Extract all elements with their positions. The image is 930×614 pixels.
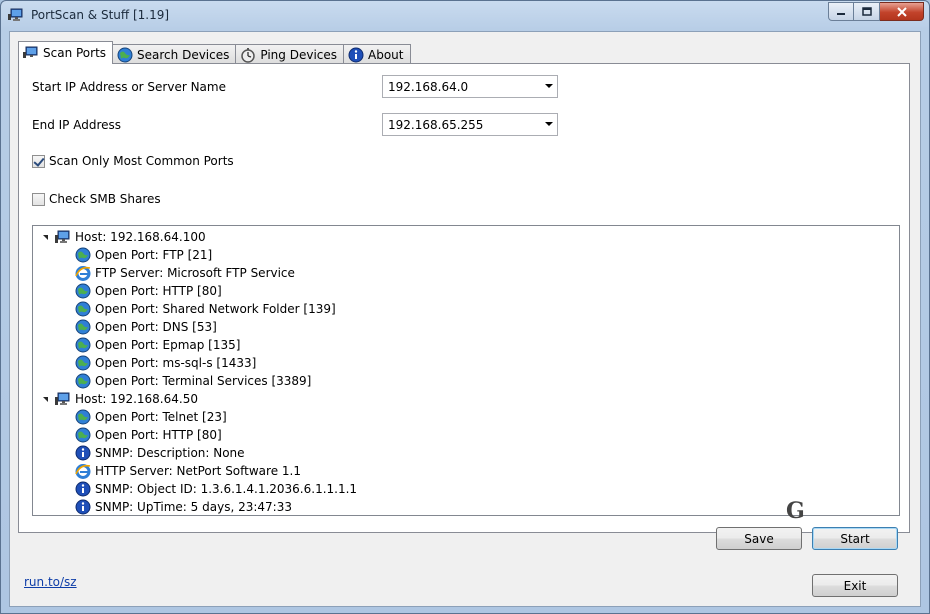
tree-child-node[interactable]: Open Port: Telnet [23]	[75, 408, 227, 426]
tree-node-label: SNMP: Object ID: 1.3.6.1.4.1.2036.6.1.1.…	[95, 482, 358, 496]
tree-node-label: Open Port: Shared Network Folder [139]	[95, 302, 336, 316]
checkbox-checked-icon[interactable]	[32, 154, 45, 168]
dropdown-arrow-icon[interactable]	[545, 122, 553, 126]
tree-node-label: HTTP Server: NetPort Software 1.1	[95, 464, 301, 478]
start-ip-value: 192.168.64.0	[388, 79, 469, 94]
globe-icon	[75, 337, 91, 353]
end-ip-value: 192.168.65.255	[388, 117, 484, 132]
info-icon	[348, 47, 364, 62]
common-ports-label: Scan Only Most Common Ports	[49, 154, 234, 168]
client-area: Scan Ports Search Devices Ping Devices A…	[9, 31, 921, 607]
globe-icon	[75, 247, 91, 263]
tree-child-node[interactable]: Open Port: ms-sql-s [1433]	[75, 354, 256, 372]
tab-label: Search Devices	[137, 47, 230, 62]
ie-icon	[75, 463, 91, 479]
tree-host-node[interactable]: Host: 192.168.64.50	[43, 390, 198, 408]
tree-child-node[interactable]: Open Port: HTTP [80]	[75, 282, 222, 300]
save-button[interactable]: Save	[716, 527, 802, 550]
globe-icon	[75, 283, 91, 299]
common-ports-checkbox[interactable]: Scan Only Most Common Ports	[32, 154, 234, 168]
tree-node-label: Open Port: HTTP [80]	[95, 284, 222, 298]
tree-child-node[interactable]: Open Port: HTTP [80]	[75, 426, 222, 444]
tree-child-node[interactable]: SNMP: UpTime: 5 days, 23:47:33	[75, 498, 292, 515]
maximize-button[interactable]	[854, 2, 880, 21]
end-ip-label: End IP Address	[32, 118, 121, 132]
tree-child-node[interactable]: Open Port: Terminal Services [3389]	[75, 372, 311, 390]
stopwatch-icon	[241, 47, 256, 63]
tree-node-label: Open Port: Epmap [135]	[95, 338, 241, 352]
title-bar[interactable]: PortScan & Stuff [1.19]	[1, 1, 929, 29]
close-button[interactable]	[880, 2, 924, 21]
globe-icon	[75, 319, 91, 335]
scan-ports-panel: Start IP Address or Server Name 192.168.…	[18, 63, 910, 533]
tab-label: Ping Devices	[260, 47, 338, 62]
info-icon	[75, 481, 91, 497]
collapse-triangle-icon[interactable]	[43, 234, 48, 240]
tree-node-label: Open Port: HTTP [80]	[95, 428, 222, 442]
tree-node-label: Open Port: Telnet [23]	[95, 410, 227, 424]
info-icon	[75, 499, 91, 515]
watermark-glyph: G	[786, 498, 805, 524]
caption-buttons	[828, 2, 924, 21]
tree-node-label: FTP Server: Microsoft FTP Service	[95, 266, 295, 280]
start-ip-combobox[interactable]: 192.168.64.0	[382, 75, 558, 98]
results-tree[interactable]: Host: 192.168.64.100 Open Port: FTP [21] F…	[32, 225, 900, 516]
tree-node-label: Open Port: Terminal Services [3389]	[95, 374, 312, 388]
tab-about[interactable]: About	[343, 44, 411, 64]
minimize-icon	[837, 12, 845, 15]
tab-label: About	[368, 47, 404, 62]
website-link[interactable]: run.to/sz	[24, 575, 77, 589]
tree-node-label: Open Port: DNS [53]	[95, 320, 217, 334]
globe-icon	[75, 373, 91, 389]
tree-node-label: SNMP: Description: None	[95, 446, 245, 460]
tree-node-label: Open Port: FTP [21]	[95, 248, 213, 262]
smb-shares-label: Check SMB Shares	[49, 192, 161, 206]
tab-ping-devices[interactable]: Ping Devices	[235, 44, 345, 64]
globe-icon	[75, 427, 91, 443]
tab-scan-ports[interactable]: Scan Ports	[18, 41, 114, 64]
ie-icon	[75, 265, 91, 281]
tree-host-node[interactable]: Host: 192.168.64.100	[43, 228, 206, 246]
tab-label: Scan Ports	[43, 46, 107, 60]
tree-child-node[interactable]: Open Port: DNS [53]	[75, 318, 217, 336]
minimize-button[interactable]	[828, 2, 854, 21]
tree-child-node[interactable]: SNMP: Description: None	[75, 444, 245, 462]
tree-child-node[interactable]: Open Port: FTP [21]	[75, 246, 212, 264]
collapse-triangle-icon[interactable]	[43, 396, 48, 402]
smb-shares-checkbox[interactable]: Check SMB Shares	[32, 192, 161, 206]
tree-child-node[interactable]: FTP Server: Microsoft FTP Service	[75, 264, 295, 282]
close-icon	[896, 6, 907, 17]
host-computer-icon	[55, 229, 71, 245]
tab-strip: Scan Ports Search Devices Ping Devices A…	[18, 41, 411, 64]
tree-child-node[interactable]: Open Port: Shared Network Folder [139]	[75, 300, 336, 318]
exit-button[interactable]: Exit	[812, 574, 898, 597]
info-icon	[75, 445, 91, 461]
globe-icon	[75, 409, 91, 425]
globe-icon	[75, 301, 91, 317]
tree-node-label: Host: 192.168.64.100	[75, 230, 206, 244]
host-computer-icon	[55, 391, 71, 407]
tree-node-label: Open Port: ms-sql-s [1433]	[95, 356, 257, 370]
tab-search-devices[interactable]: Search Devices	[112, 44, 237, 64]
tree-child-node[interactable]: Open Port: Epmap [135]	[75, 336, 240, 354]
end-ip-combobox[interactable]: 192.168.65.255	[382, 113, 558, 136]
tree-child-node[interactable]: HTTP Server: NetPort Software 1.1	[75, 462, 301, 480]
start-ip-label: Start IP Address or Server Name	[32, 80, 226, 94]
start-button[interactable]: Start	[812, 527, 898, 550]
checkbox-unchecked-icon[interactable]	[32, 192, 45, 206]
tree-child-node[interactable]: SNMP: Object ID: 1.3.6.1.4.1.2036.6.1.1.…	[75, 480, 357, 498]
tree-node-label: SNMP: UpTime: 5 days, 23:47:33	[95, 500, 292, 514]
window-title: PortScan & Stuff [1.19]	[31, 8, 170, 22]
app-window: PortScan & Stuff [1.19] Scan Ports Searc…	[0, 0, 930, 614]
app-icon	[8, 8, 23, 21]
maximize-icon	[861, 7, 872, 16]
tree-node-label: Host: 192.168.64.50	[75, 392, 198, 406]
globe-icon	[75, 355, 91, 371]
dropdown-arrow-icon[interactable]	[545, 84, 553, 88]
globe-icon	[117, 47, 133, 62]
network-monitor-icon	[23, 46, 38, 58]
